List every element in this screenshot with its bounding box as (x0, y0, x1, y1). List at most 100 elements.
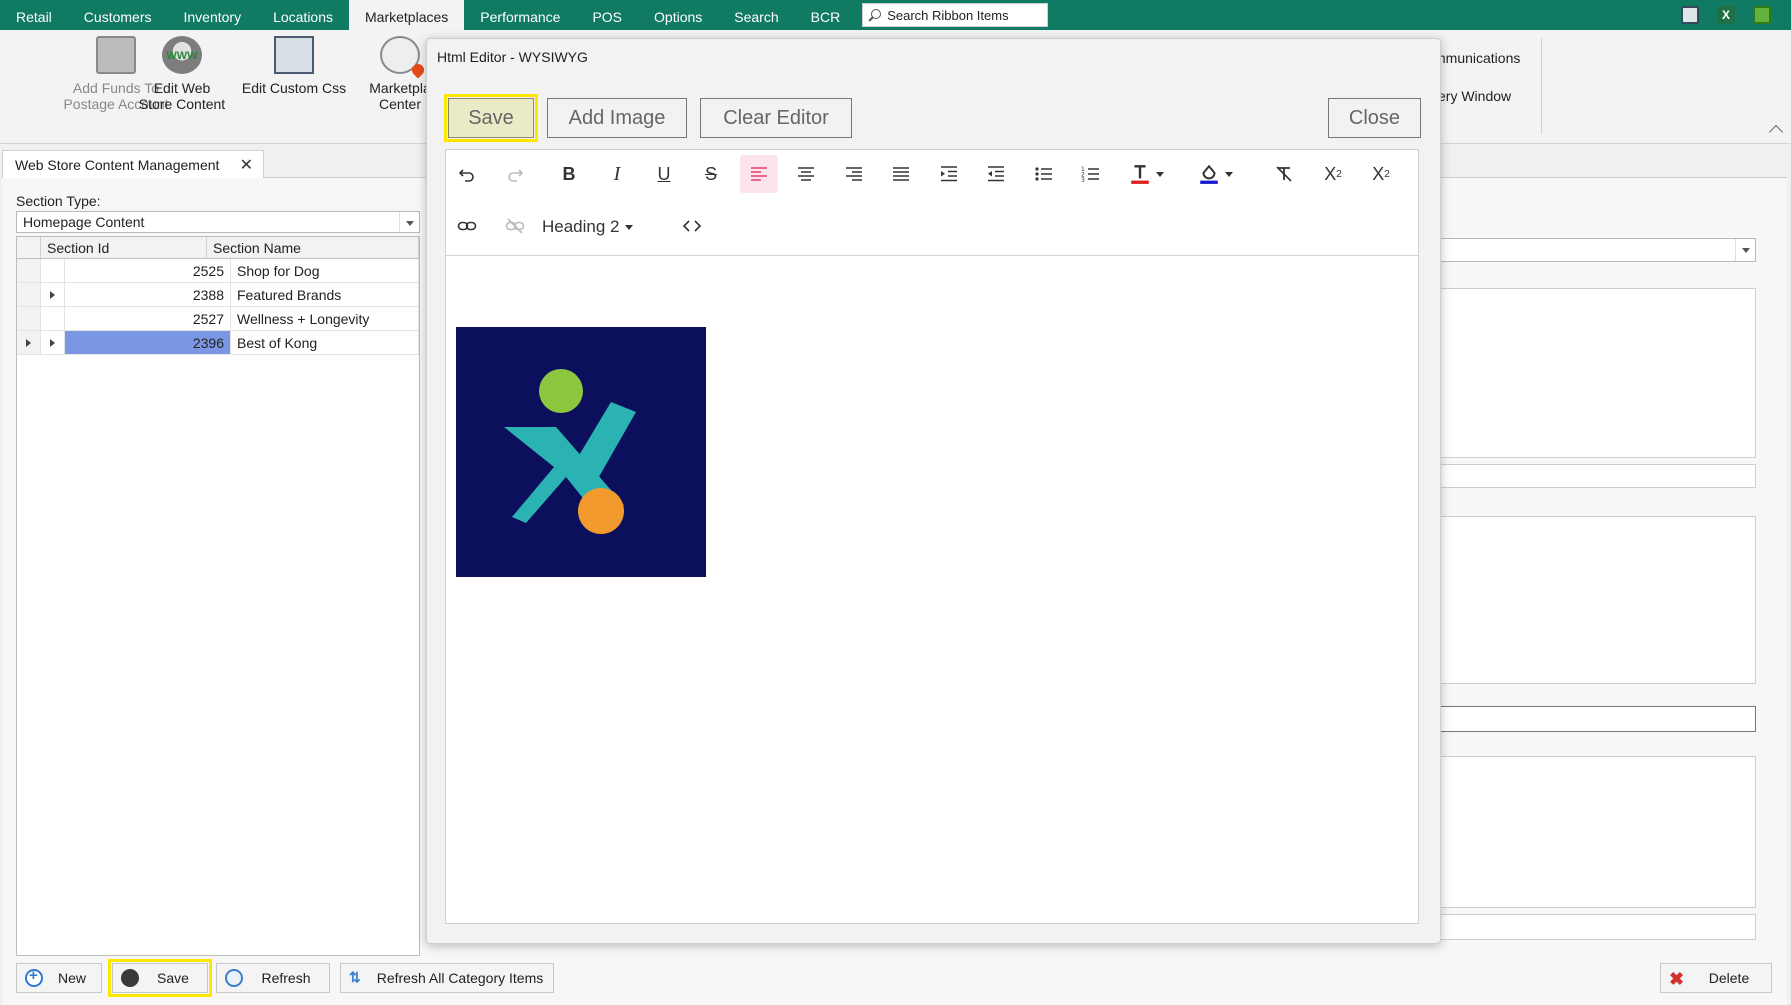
section-id-cell[interactable]: 2396 (65, 331, 231, 354)
refresh-all-category-items-button[interactable]: ⇅ Refresh All Category Items (340, 963, 554, 993)
right-field-3[interactable] (1430, 914, 1756, 940)
background-color-icon[interactable] (1191, 155, 1239, 193)
align-right-icon[interactable] (835, 155, 873, 193)
save-icon[interactable] (1753, 6, 1771, 24)
tab-inventory[interactable]: Inventory (167, 0, 257, 30)
tab-performance[interactable]: Performance (464, 0, 576, 30)
communications-button[interactable]: mmunications (1434, 50, 1520, 66)
link-icon[interactable] (448, 207, 486, 245)
sections-grid: Section Id Section Name 2525 Shop for Dog… (16, 236, 420, 956)
section-name-cell[interactable]: Wellness + Longevity (231, 307, 419, 330)
align-left-icon[interactable] (740, 155, 778, 193)
editor-toolbar: B I U S 1 2 3 X 2 X 2 Heading 2 (446, 150, 1418, 256)
expand-cell[interactable] (41, 283, 65, 306)
right-text-area-1[interactable] (1430, 288, 1756, 458)
tab-search[interactable]: Search (718, 0, 794, 30)
source-code-icon[interactable] (673, 207, 711, 245)
outdent-icon[interactable] (977, 155, 1015, 193)
chevron-down-icon[interactable] (399, 212, 419, 232)
grid-body: 2525 Shop for Dog 2388 Featured Brands 2527 W… (17, 259, 419, 355)
brand-logo-image[interactable] (456, 327, 706, 577)
edit-custom-css-button[interactable]: Edit Custom Css (238, 36, 350, 96)
collapse-ribbon-icon[interactable] (1768, 124, 1784, 140)
edit-web-store-content-button[interactable]: WWW Edit Web Store Content (124, 36, 240, 112)
html-editor-dialog: Html Editor - WYSIWYG Save Add Image Cle… (426, 38, 1441, 944)
unlink-icon[interactable] (496, 207, 534, 245)
expand-cell[interactable] (41, 331, 65, 354)
row-indicator[interactable] (17, 283, 41, 306)
section-name-cell[interactable]: Featured Brands (231, 283, 419, 306)
table-row[interactable]: 2388 Featured Brands (17, 283, 419, 307)
align-center-icon[interactable] (787, 155, 825, 193)
column-section-name[interactable]: Section Name (207, 237, 419, 258)
refresh-button[interactable]: Refresh (216, 963, 330, 993)
right-text-area-2[interactable] (1430, 516, 1756, 684)
ribbon-search-placeholder: Search Ribbon Items (887, 7, 1009, 23)
bold-icon[interactable]: B (550, 155, 588, 193)
table-row[interactable]: 2527 Wellness + Longevity (17, 307, 419, 331)
search-icon (869, 9, 882, 21)
editor-content-area[interactable] (446, 257, 1418, 923)
section-id-cell[interactable]: 2525 (65, 259, 231, 282)
refresh-label: Refresh (261, 970, 311, 986)
tab-marketplaces[interactable]: Marketplaces (349, 0, 465, 30)
numbered-list-icon[interactable]: 123 (1072, 155, 1110, 193)
table-row[interactable]: 2525 Shop for Dog (17, 259, 419, 283)
print-icon[interactable] (1681, 6, 1699, 24)
tab-retail[interactable]: Retail (0, 0, 68, 30)
underline-icon[interactable]: U (645, 155, 683, 193)
section-name-cell[interactable]: Shop for Dog (231, 259, 419, 282)
section-name-cell[interactable]: Best of Kong (231, 331, 419, 354)
undo-icon[interactable] (448, 155, 486, 193)
quick-access-toolbar: X (1681, 6, 1771, 24)
clear-formatting-icon[interactable] (1265, 155, 1303, 193)
close-button[interactable]: Close (1328, 98, 1421, 138)
right-field-1[interactable] (1430, 464, 1756, 488)
close-icon[interactable]: ✕ (240, 155, 253, 175)
row-indicator[interactable] (17, 331, 41, 354)
add-image-button[interactable]: Add Image (547, 98, 687, 138)
query-window-button[interactable]: ery Window (1438, 88, 1511, 104)
delete-label: Delete (1708, 970, 1750, 986)
expand-icon[interactable] (50, 291, 55, 299)
editor-save-button[interactable]: Save (444, 94, 538, 142)
row-indicator[interactable] (17, 259, 41, 282)
save-button[interactable]: Save (108, 959, 212, 997)
tab-options[interactable]: Options (638, 0, 718, 30)
indent-icon[interactable] (930, 155, 968, 193)
delete-button[interactable]: ✖ Delete (1660, 963, 1772, 993)
right-select[interactable] (1430, 238, 1756, 262)
superscript-icon[interactable]: X2 (1362, 155, 1400, 193)
expand-icon[interactable] (50, 339, 55, 347)
tab-customers[interactable]: Customers (68, 0, 168, 30)
align-justify-icon[interactable] (882, 155, 920, 193)
save-label: Save (157, 970, 189, 986)
right-field-2[interactable] (1430, 706, 1756, 732)
tab-pos[interactable]: POS (576, 0, 638, 30)
strikethrough-icon[interactable]: S (692, 155, 730, 193)
section-type-select[interactable]: Homepage Content (16, 211, 420, 233)
expand-cell (41, 259, 65, 282)
redo-icon[interactable] (496, 155, 534, 193)
section-id-cell[interactable]: 2527 (65, 307, 231, 330)
ribbon-search-input[interactable]: Search Ribbon Items (862, 3, 1049, 27)
section-id-cell[interactable]: 2388 (65, 283, 231, 306)
clear-editor-button[interactable]: Clear Editor (700, 98, 852, 138)
text-color-icon[interactable] (1122, 155, 1170, 193)
italic-icon[interactable]: I (598, 155, 636, 193)
tab-bcr[interactable]: BCR (795, 0, 857, 30)
right-text-area-3[interactable] (1430, 756, 1756, 908)
table-row[interactable]: 2396 Best of Kong (17, 331, 419, 355)
row-indicator[interactable] (17, 307, 41, 330)
new-button[interactable]: New (16, 963, 102, 993)
www-globe-icon: WWW (162, 36, 202, 74)
subscript-icon[interactable]: X2 (1314, 155, 1352, 193)
bullet-list-icon[interactable] (1025, 155, 1063, 193)
excel-icon[interactable]: X (1717, 6, 1735, 24)
column-section-id[interactable]: Section Id (41, 237, 207, 258)
document-tab[interactable]: Web Store Content Management ✕ (2, 150, 264, 178)
chevron-down-icon[interactable] (1735, 239, 1755, 261)
heading-select[interactable]: Heading 2 (542, 214, 633, 240)
tab-locations[interactable]: Locations (257, 0, 349, 30)
heading-select-value: Heading 2 (542, 217, 620, 236)
